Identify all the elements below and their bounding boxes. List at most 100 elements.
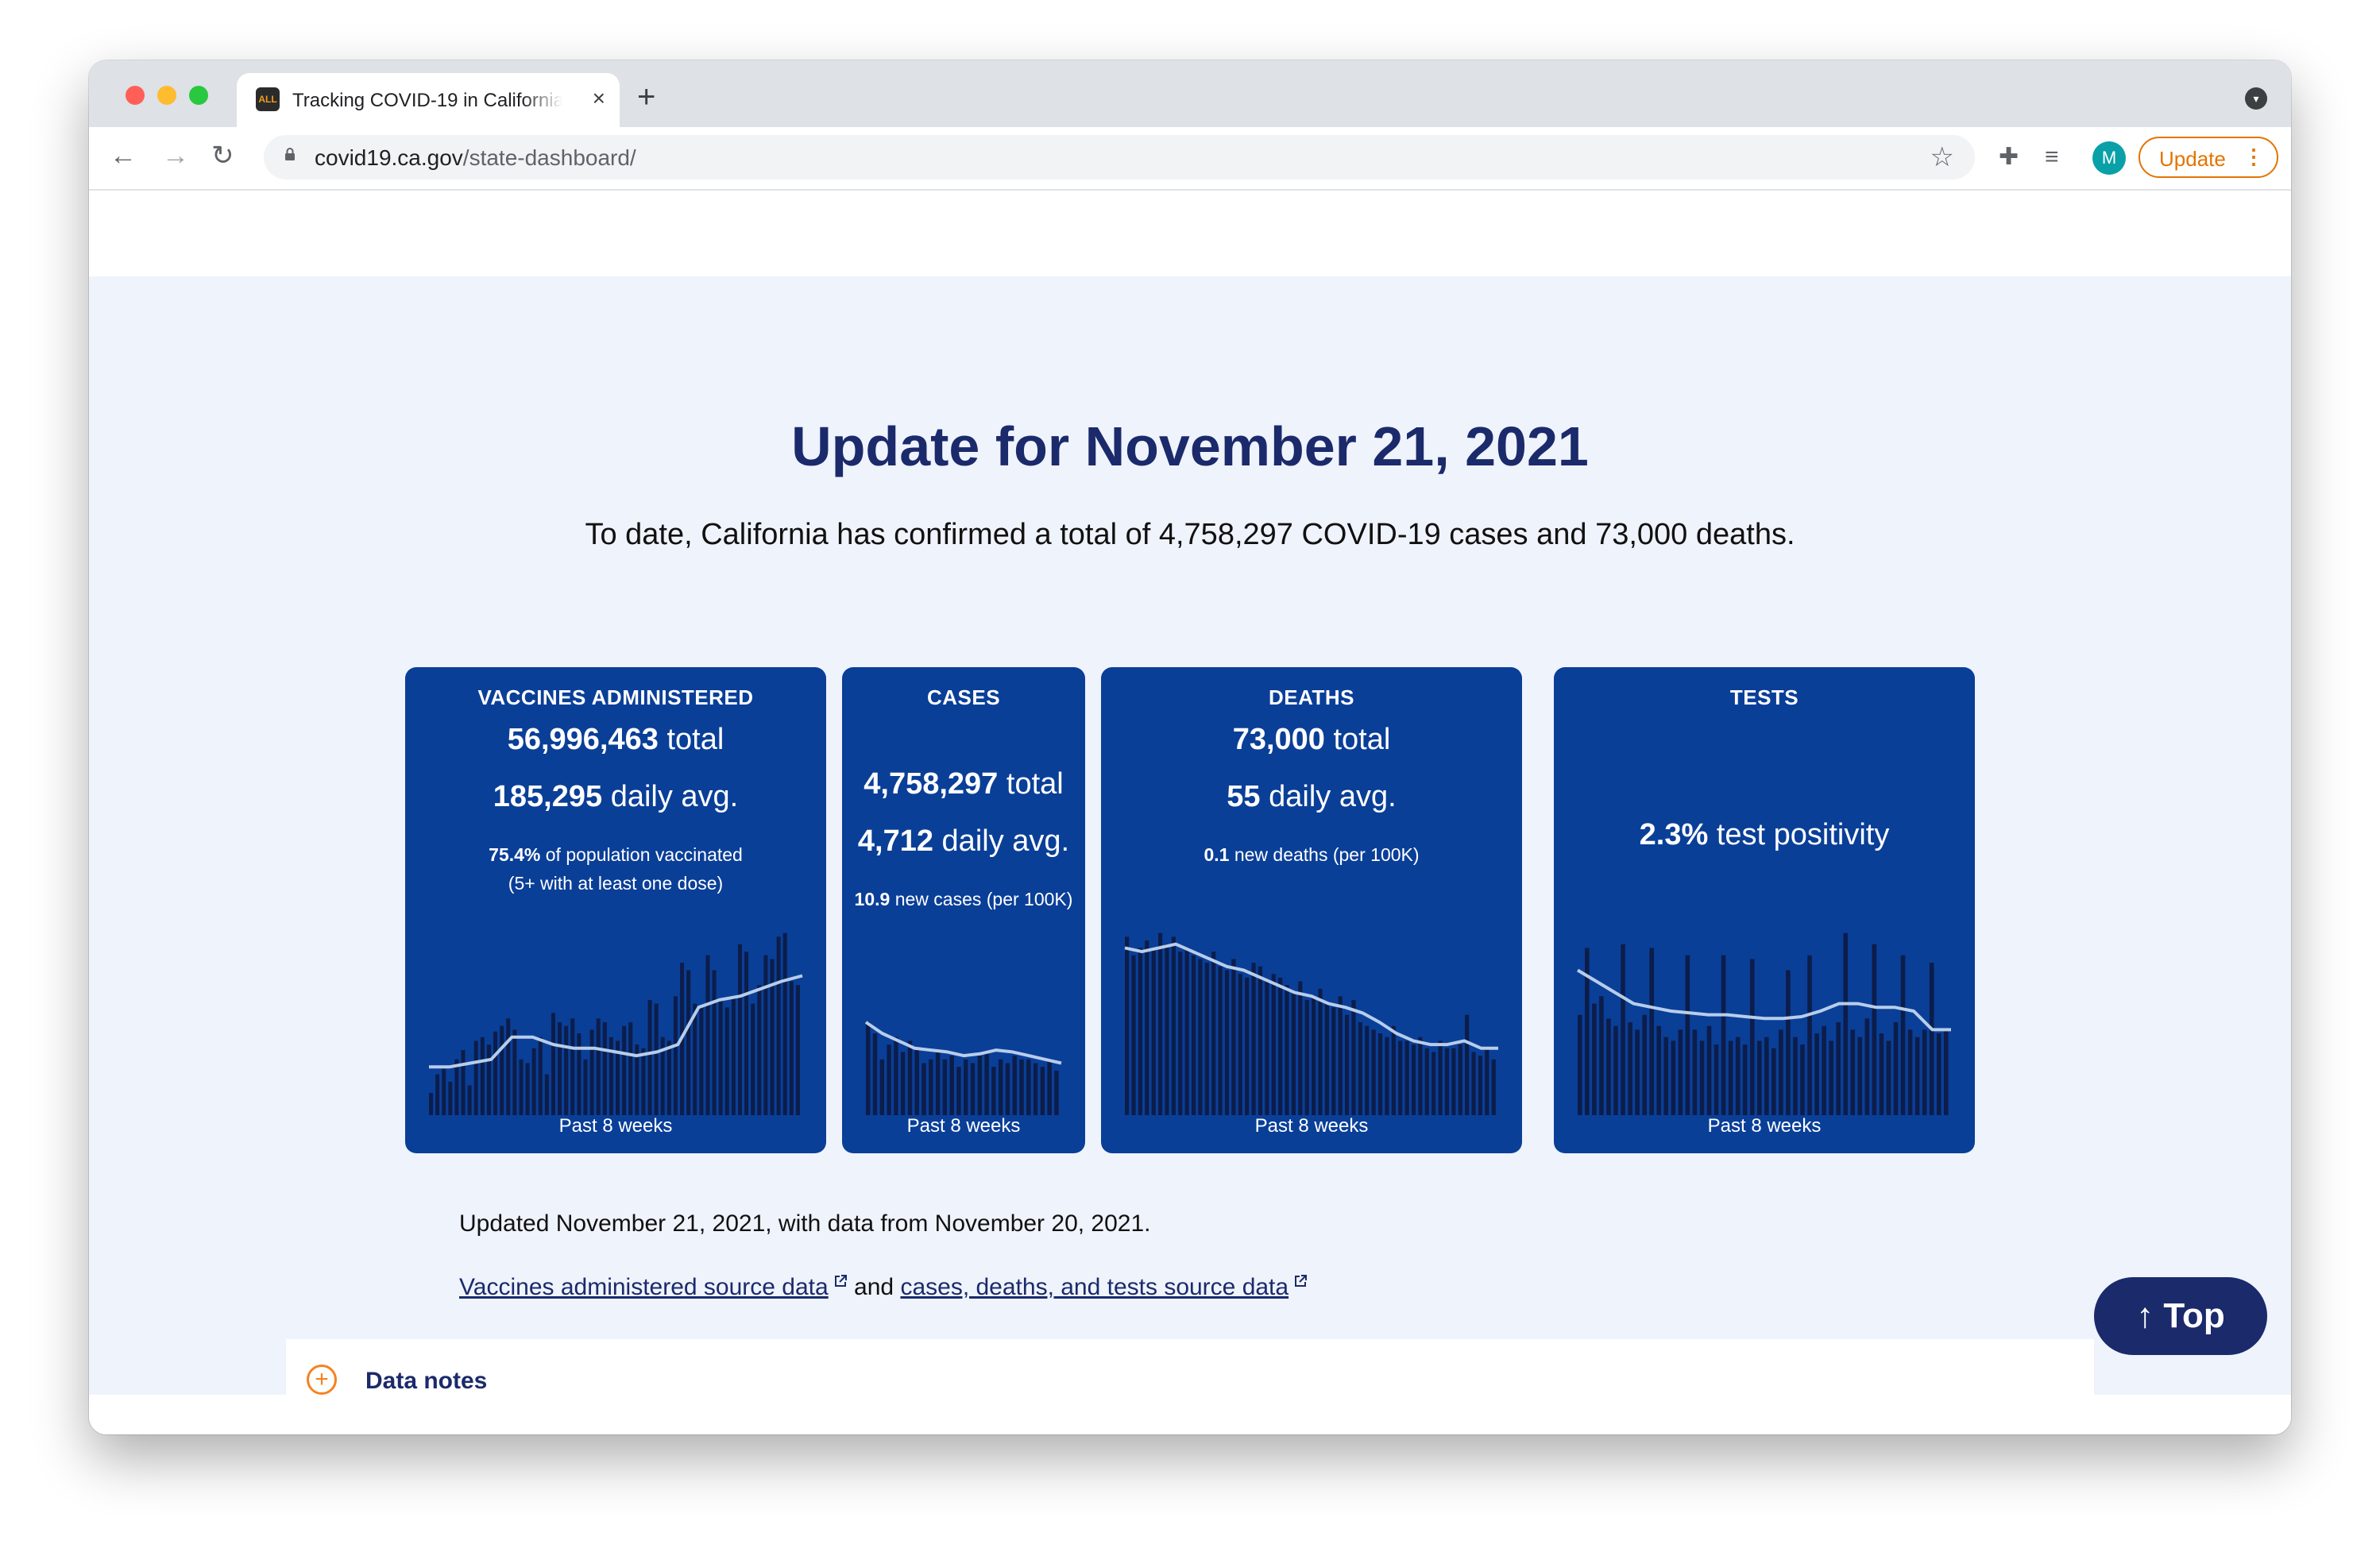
deaths-bar	[1491, 1059, 1496, 1115]
deaths-bar	[1358, 1022, 1362, 1115]
deaths-bar	[1291, 992, 1296, 1115]
more-menu-icon: ⋮	[2243, 145, 2264, 168]
cases-avg-label: daily avg.	[941, 824, 1070, 858]
deaths-bar	[1304, 999, 1309, 1115]
deaths-bar	[1377, 1033, 1383, 1115]
vaccines-bar	[737, 944, 742, 1115]
deaths-bar	[1398, 1040, 1403, 1115]
deaths-bar	[1391, 1025, 1396, 1115]
cases-bar	[879, 1059, 885, 1115]
page-content: Update for November 21, 2021 To date, Ca…	[89, 191, 2291, 1434]
deaths-bar	[1171, 936, 1176, 1115]
data-notes-label: Data notes	[365, 1368, 488, 1394]
cases-bar	[1019, 1059, 1024, 1115]
tests-bar	[1749, 959, 1755, 1115]
deaths-card-title: DEATHS	[1269, 685, 1354, 709]
vaccines-bar	[770, 959, 775, 1115]
tests-bar	[1886, 1040, 1891, 1115]
vaccines-bar	[538, 1037, 543, 1115]
tests-positivity-value: 2.3%	[1639, 818, 1709, 851]
deaths-bar	[1444, 1048, 1450, 1115]
vaccines-avg-value: 185,295	[493, 780, 603, 813]
chrome-update-button[interactable]: Update ⋮	[2139, 137, 2278, 178]
vaccines-bar	[712, 970, 717, 1115]
deaths-bar	[1431, 1052, 1436, 1115]
tests-bar	[1721, 955, 1726, 1115]
dashboard-section: Update for November 21, 2021 To date, Ca…	[89, 276, 2291, 1425]
vaccines-bar	[693, 1003, 697, 1115]
tests-sparkline-svg	[1576, 932, 1951, 1115]
back-arrow-icon[interactable]: ←	[110, 140, 137, 172]
cases-card-title: CASES	[926, 685, 1001, 709]
tests-bar	[1836, 1022, 1841, 1115]
site-favicon: ALL	[256, 87, 280, 111]
tests-bar	[1843, 932, 1849, 1115]
vaccines-bar	[795, 985, 800, 1115]
minimize-window-button[interactable]	[157, 86, 176, 105]
tests-bar	[1900, 955, 1906, 1115]
tests-bar	[1735, 1037, 1741, 1115]
tests-bar	[1822, 1025, 1826, 1115]
vaccines-bar	[654, 1003, 659, 1115]
bookmark-star-icon[interactable]: ☆	[1930, 141, 1954, 173]
vaccines-bar	[577, 1033, 581, 1115]
deaths-detail: 0.1 new deaths (per 100K)	[1101, 840, 1522, 869]
tests-bar	[1857, 1037, 1863, 1115]
back-to-top-button[interactable]: ↑ Top	[2094, 1277, 2267, 1355]
deaths-bar	[1312, 996, 1316, 1115]
deaths-bar	[1385, 1037, 1389, 1115]
vaccines-bar	[551, 1013, 555, 1115]
zoom-window-button[interactable]	[189, 86, 208, 105]
deaths-bar	[1344, 1014, 1350, 1115]
forward-arrow-icon[interactable]: →	[162, 140, 189, 172]
vaccines-bar	[602, 1022, 607, 1115]
cases-bar	[984, 1052, 989, 1115]
vaccines-bar	[751, 1003, 755, 1115]
close-tab-icon[interactable]: ×	[593, 84, 605, 113]
vaccines-sparkline-svg	[429, 932, 803, 1115]
vaccines-bar	[724, 1007, 729, 1115]
deaths-avg-label: daily avg.	[1269, 780, 1397, 813]
deaths-bar	[1351, 999, 1356, 1115]
data-notes-accordion[interactable]: + Data notes	[286, 1339, 2094, 1425]
reload-icon[interactable]: ↻	[211, 140, 234, 172]
cases-bar	[1047, 1059, 1052, 1115]
tests-bar	[1922, 1029, 1927, 1115]
deaths-bar	[1458, 1044, 1462, 1115]
cases-bar	[866, 1022, 871, 1115]
deaths-bar	[1151, 948, 1156, 1115]
vaccines-bar	[448, 1081, 453, 1115]
cases-bar	[914, 1048, 919, 1115]
tests-positivity-label: test positivity	[1716, 818, 1890, 851]
vaccines-bar	[564, 1025, 569, 1115]
cases-daily-avg: 4,712 daily avg.	[842, 824, 1085, 859]
tests-bar	[1585, 948, 1590, 1115]
close-window-button[interactable]	[126, 86, 145, 105]
lock-icon	[285, 148, 295, 160]
cases-bar	[977, 1056, 983, 1115]
extensions-puzzle-icon[interactable]: ✚	[1999, 141, 2019, 173]
new-tab-icon[interactable]: +	[637, 81, 655, 113]
tab-search-icon[interactable]: ▾	[2245, 87, 2267, 110]
deaths-bar	[1204, 963, 1209, 1115]
cases-card: CASES 4,758,297 total 4,712 daily avg. 1…	[842, 667, 1085, 1153]
vaccines-source-link[interactable]: Vaccines administered source data	[459, 1274, 829, 1300]
deaths-bar	[1485, 1048, 1489, 1115]
address-bar[interactable]: covid19.ca.gov/state-dashboard/ ☆	[264, 135, 1975, 180]
deaths-daily-avg: 55 daily avg.	[1101, 780, 1522, 814]
vaccines-bar	[558, 1022, 562, 1115]
deaths-avg-value: 55	[1227, 780, 1261, 813]
tests-bar	[1807, 955, 1812, 1115]
cases-deaths-tests-source-link[interactable]: cases, deaths, and tests source data	[900, 1274, 1289, 1300]
reading-list-icon[interactable]: ≡	[2045, 141, 2059, 173]
cases-detail: 10.9 new cases (per 100K)	[842, 885, 1085, 913]
deaths-bar	[1324, 1003, 1329, 1115]
profile-avatar[interactable]: M	[2092, 141, 2126, 175]
deaths-bar	[1298, 981, 1303, 1115]
vaccines-bar	[641, 1048, 646, 1115]
vaccines-bar	[757, 985, 762, 1115]
active-tab[interactable]: ALL Tracking COVID-19 in California ×	[237, 73, 620, 127]
tests-positivity: 2.3% test positivity	[1554, 818, 1975, 852]
vaccines-card: VACCINES ADMINISTERED 56,996,463 total 1…	[405, 667, 826, 1153]
tests-card-title: TESTS	[1729, 685, 1799, 709]
